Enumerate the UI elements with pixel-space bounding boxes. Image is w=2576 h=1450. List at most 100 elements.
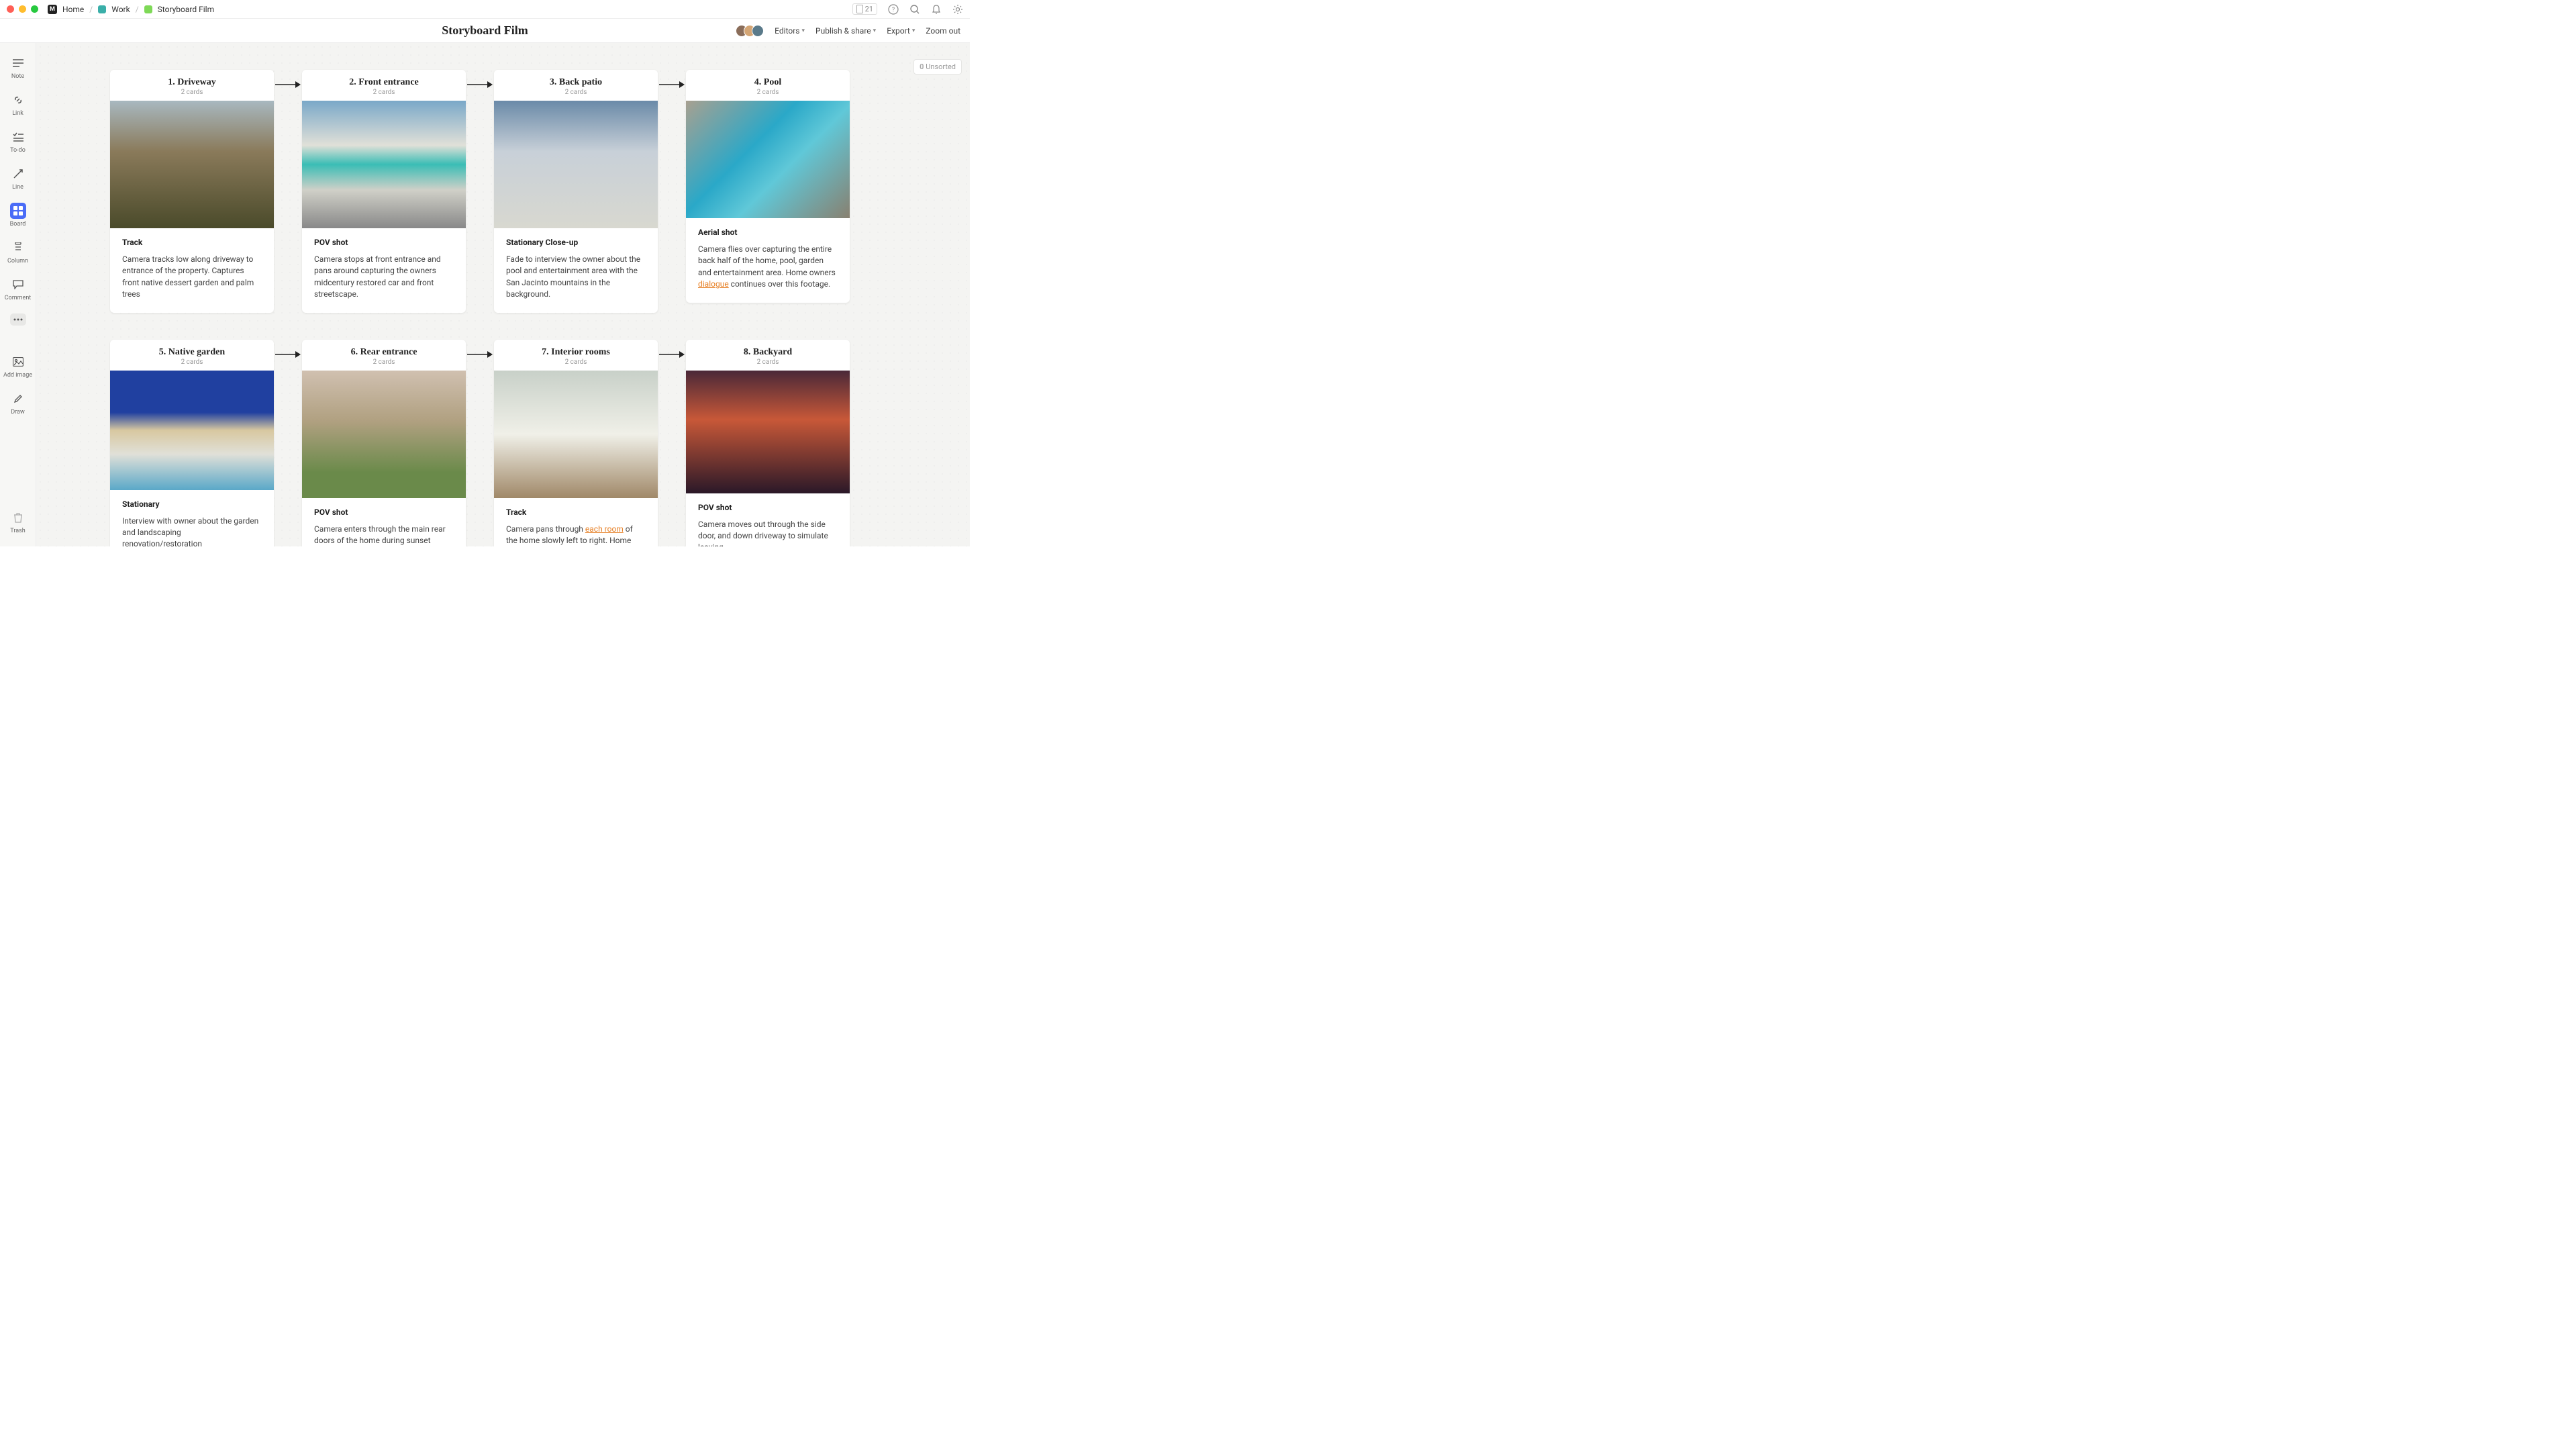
column-meta: 2 cards <box>309 358 459 366</box>
arrow-icon <box>467 349 494 360</box>
column-meta: 2 cards <box>117 358 267 366</box>
tablet-counter[interactable]: 21 <box>852 3 877 15</box>
unsorted-badge[interactable]: 0 Unsorted <box>913 59 962 75</box>
tool-link[interactable]: Link <box>3 89 33 119</box>
board-row: 5. Native garden2 cards StationaryInterv… <box>110 340 896 546</box>
titlebar: M Home / Work / Storyboard Film 21 ? <box>0 0 970 19</box>
maximize-window-button[interactable] <box>31 5 38 13</box>
breadcrumb-work[interactable]: Work <box>111 5 130 14</box>
tool-todo[interactable]: To-do <box>3 126 33 156</box>
link-icon <box>10 92 26 108</box>
editors-dropdown[interactable]: Editors▾ <box>775 26 805 36</box>
card-body[interactable]: StationaryInterview with owner about the… <box>110 490 274 546</box>
shot-body: Interview with owner about the garden an… <box>122 516 262 546</box>
tool-column[interactable]: Column <box>3 237 33 267</box>
card-image[interactable] <box>302 371 466 498</box>
card-body[interactable]: POV shotCamera enters through the main r… <box>302 498 466 546</box>
column-title: 6. Rear entrance <box>309 347 459 358</box>
breadcrumb-separator: / <box>89 5 93 14</box>
image-icon <box>10 354 26 370</box>
line-arrow-icon <box>10 166 26 182</box>
breadcrumb-current[interactable]: Storyboard Film <box>158 5 214 14</box>
arrow-icon <box>275 349 302 360</box>
card-body[interactable]: TrackCamera tracks low along driveway to… <box>110 228 274 313</box>
gear-icon[interactable] <box>952 4 963 15</box>
tool-more[interactable] <box>3 311 33 328</box>
column-title: 8. Backyard <box>693 347 843 358</box>
card-image[interactable] <box>494 371 658 498</box>
shot-title: POV shot <box>698 503 838 512</box>
link[interactable]: each room <box>585 524 624 534</box>
shot-body: Camera enters through the main rear door… <box>314 524 454 546</box>
pencil-icon <box>10 391 26 407</box>
board-column[interactable]: 6. Rear entrance2 cards POV shotCamera e… <box>302 340 466 546</box>
board-column[interactable]: 5. Native garden2 cards StationaryInterv… <box>110 340 274 546</box>
page-header: Storyboard Film Editors▾ Publish & share… <box>0 19 970 43</box>
board-icon <box>10 203 26 219</box>
column-meta: 2 cards <box>501 358 651 366</box>
shot-title: Aerial shot <box>698 228 838 237</box>
help-icon[interactable]: ? <box>888 4 899 15</box>
arrow-icon <box>467 79 494 90</box>
close-window-button[interactable] <box>7 5 14 13</box>
arrow-icon <box>659 79 686 90</box>
card-image[interactable] <box>110 371 274 490</box>
column-title: 7. Interior rooms <box>501 347 651 358</box>
minimize-window-button[interactable] <box>19 5 26 13</box>
column-meta: 2 cards <box>501 89 651 96</box>
card-body[interactable]: POV shot Camera stops at front entrance a… <box>302 228 466 313</box>
publish-dropdown[interactable]: Publish & share▾ <box>815 26 876 36</box>
trash-icon <box>10 510 26 526</box>
board-column[interactable]: 1. Driveway2 cards TrackCamera tracks lo… <box>110 70 274 313</box>
column-icon <box>10 240 26 256</box>
todo-icon <box>10 129 26 145</box>
comment-icon <box>10 277 26 293</box>
column-title: 1. Driveway <box>117 77 267 88</box>
search-icon[interactable] <box>909 4 920 15</box>
editor-avatars[interactable] <box>736 25 764 37</box>
card-image[interactable] <box>686 101 850 218</box>
tool-trash[interactable]: Trash <box>3 507 33 537</box>
card-body[interactable]: Aerial shotCamera flies over capturing t… <box>686 218 850 303</box>
left-toolbar: Note Link To-do Line Board Column Commen… <box>0 43 36 546</box>
shot-body: Camera moves out through the side door, … <box>698 519 838 546</box>
card-body[interactable]: TrackCamera pans through each room of th… <box>494 498 658 546</box>
shot-title: POV shot <box>314 238 454 247</box>
shot-body: Camera stops at front entrance and pans … <box>314 254 454 301</box>
header-actions: Editors▾ Publish & share▾ Export▾ Zoom o… <box>736 25 960 37</box>
card-body[interactable]: POV shot Camera moves out through the sid… <box>686 493 850 546</box>
card-image[interactable] <box>494 101 658 228</box>
shot-body: Camera pans through each room of the hom… <box>506 524 646 546</box>
chevron-down-icon: ▾ <box>801 28 805 34</box>
arrow-icon <box>275 79 302 90</box>
tool-note[interactable]: Note <box>3 52 33 83</box>
column-title: 4. Pool <box>693 77 843 88</box>
tool-comment[interactable]: Comment <box>3 274 33 304</box>
canvas[interactable]: 0 Unsorted 1. Driveway2 cards TrackCamer… <box>36 43 970 546</box>
board-column[interactable]: 7. Interior rooms2 cards TrackCamera pan… <box>494 340 658 546</box>
shot-title: Stationary Close-up <box>506 238 646 247</box>
link[interactable]: dialogue <box>698 279 729 289</box>
breadcrumb-home[interactable]: Home <box>62 5 84 14</box>
titlebar-right: 21 ? <box>852 3 963 15</box>
column-meta: 2 cards <box>117 89 267 96</box>
tool-draw[interactable]: Draw <box>3 388 33 418</box>
tool-add-image[interactable]: Add image <box>3 351 33 381</box>
tool-line[interactable]: Line <box>3 163 33 193</box>
card-body[interactable]: Stationary Close-upFade to interview the… <box>494 228 658 313</box>
board-column[interactable]: 3. Back patio2 cards Stationary Close-up… <box>494 70 658 313</box>
zoom-out-button[interactable]: Zoom out <box>926 26 960 36</box>
app-icon: M <box>48 5 57 14</box>
board-column[interactable]: 2. Front entrance2 cards POV shotCamera … <box>302 70 466 313</box>
card-image[interactable] <box>302 101 466 228</box>
board-column[interactable]: 8. Backyard2 cards POV shotCamera moves … <box>686 340 850 546</box>
breadcrumb: M Home / Work / Storyboard Film <box>48 5 214 14</box>
card-image[interactable] <box>110 101 274 228</box>
shot-title: Track <box>122 238 262 247</box>
tool-board[interactable]: Board <box>3 200 33 230</box>
board-column[interactable]: 4. Pool2 cards Aerial shotCamera flies o… <box>686 70 850 303</box>
column-title: 2. Front entrance <box>309 77 459 88</box>
export-dropdown[interactable]: Export▾ <box>887 26 915 36</box>
card-image[interactable] <box>686 371 850 493</box>
bell-icon[interactable] <box>931 4 942 15</box>
